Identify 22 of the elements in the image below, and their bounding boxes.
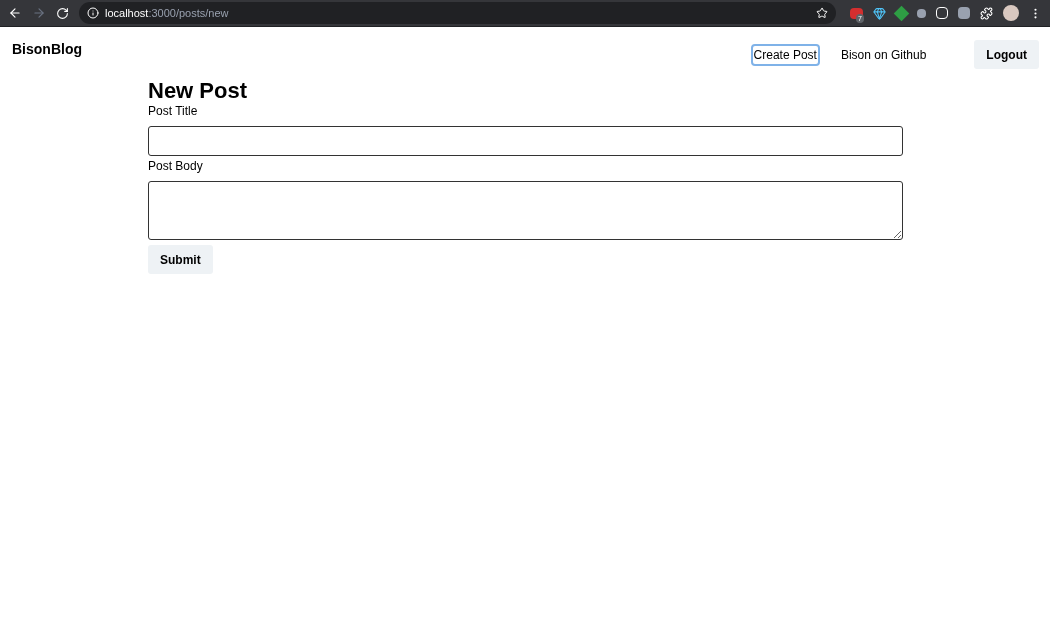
url-host: localhost — [105, 6, 149, 19]
page-title: New Post — [148, 79, 249, 103]
nav-link[interactable]: Bison on Github — [839, 45, 928, 64]
info-icon — [87, 7, 99, 19]
field-label: Post Body — [148, 159, 204, 173]
url-path: :3000/posts/new — [148, 6, 229, 19]
title-input[interactable] — [148, 126, 903, 156]
extension-icon[interactable] — [936, 7, 948, 19]
extensions-icon[interactable] — [980, 6, 993, 20]
reload-icon[interactable] — [56, 6, 69, 20]
nav-link[interactable]: Create Post — [752, 45, 818, 64]
avatar[interactable] — [1003, 5, 1019, 21]
bookmark-star-icon[interactable] — [816, 7, 828, 19]
body-textarea[interactable] — [148, 181, 903, 240]
field-label: Post Title — [148, 104, 199, 118]
brand-logo[interactable]: BisonBlog — [12, 40, 82, 58]
submit-button[interactable]: Submit — [148, 245, 213, 274]
back-icon[interactable] — [8, 6, 22, 20]
forward-icon[interactable] — [32, 6, 46, 20]
gem-icon[interactable] — [873, 6, 886, 20]
address-bar[interactable]: localhost:3000/posts/new — [79, 2, 836, 24]
logout-button[interactable]: Logout — [974, 40, 1039, 69]
